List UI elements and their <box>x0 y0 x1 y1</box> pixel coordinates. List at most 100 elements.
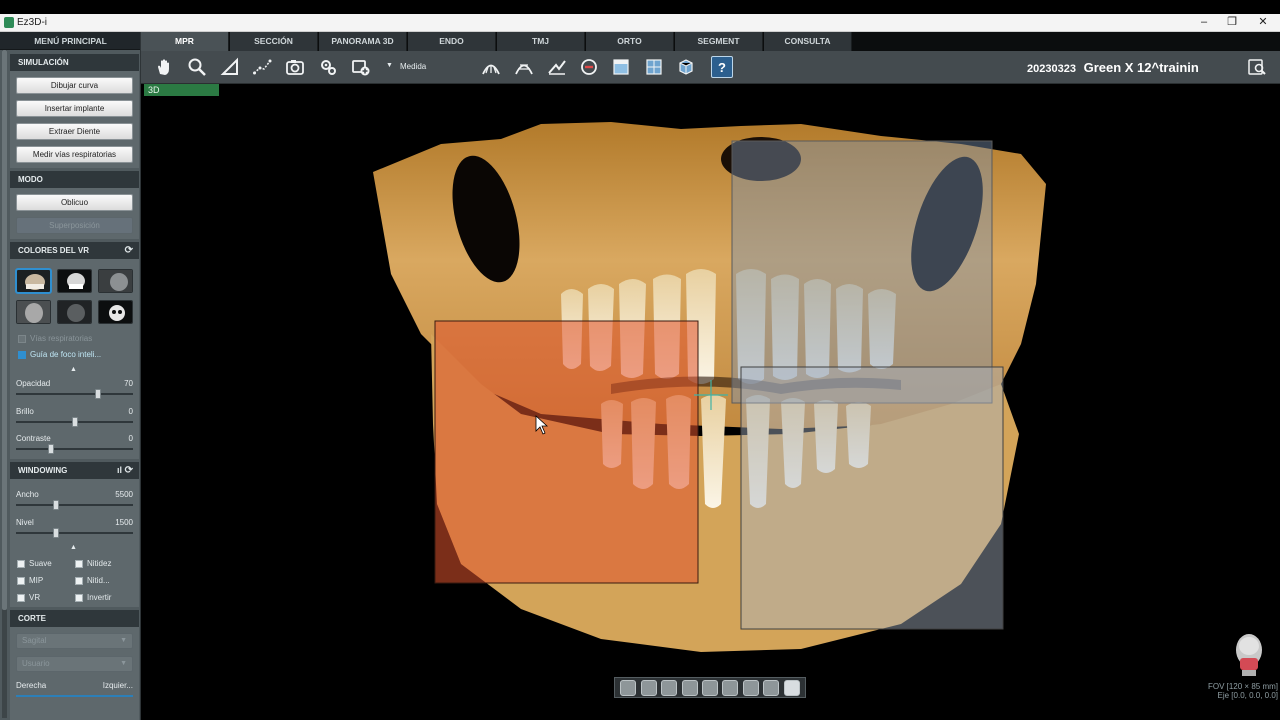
windowing-collapse-caret-icon[interactable]: ▲ <box>70 544 77 551</box>
nitid2-label: Nitid... <box>87 576 110 585</box>
tab-panorama-3d[interactable]: PANORAMA 3D <box>319 32 407 51</box>
medida-label[interactable]: Medida <box>400 62 426 71</box>
level-slider[interactable] <box>16 532 133 534</box>
coronal-plane-overlay[interactable] <box>732 141 992 403</box>
section-windowing-header[interactable]: WINDOWING ıl ⟳ <box>10 462 139 479</box>
refresh-icon[interactable]: ⟳ <box>125 242 133 259</box>
axial-plane-overlay[interactable] <box>435 321 698 583</box>
maximize-button[interactable]: ❐ <box>1219 15 1245 30</box>
patient-search-icon[interactable] <box>1246 56 1268 78</box>
zoom-icon[interactable] <box>186 56 208 78</box>
arch-section-icon[interactable] <box>513 56 535 78</box>
filter-nitid2[interactable]: Nitid... <box>75 576 135 586</box>
minimize-button[interactable]: – <box>1191 15 1217 30</box>
app-icon <box>4 17 14 28</box>
pan-hand-icon[interactable] <box>153 56 175 78</box>
vr-preset-soft-tissue[interactable] <box>16 300 51 324</box>
layout-single-icon[interactable] <box>610 56 632 78</box>
draw-curve-button[interactable]: Dibujar curva <box>16 77 133 94</box>
insert-implant-button[interactable]: Insertar implante <box>16 100 133 117</box>
camera-icon[interactable] <box>284 56 306 78</box>
toolbar: ▼ Medida ? 20230323 Green X 12^trainin <box>141 51 1280 84</box>
distance-line-icon[interactable] <box>251 56 273 78</box>
view-front-left-icon[interactable] <box>640 679 657 696</box>
width-slider-knob[interactable] <box>52 500 59 510</box>
view-top-icon[interactable] <box>722 679 739 696</box>
sagittal-plane-overlay[interactable] <box>741 367 1003 629</box>
plane-select: Sagital ▼ <box>16 633 133 649</box>
orientation-head-icon[interactable] <box>1232 632 1266 678</box>
capture-add-icon[interactable] <box>350 56 372 78</box>
view-back-icon[interactable] <box>763 679 780 696</box>
patient-info: 20230323 Green X 12^trainin <box>1027 60 1199 75</box>
windowing-reset-icon[interactable]: ⟳ <box>125 462 133 479</box>
extract-tooth-button[interactable]: Extraer Diente <box>16 123 133 140</box>
vr-checkbox[interactable] <box>17 594 25 602</box>
tab-segment[interactable]: SEGMENT <box>675 32 763 51</box>
opacity-slider[interactable] <box>16 393 133 395</box>
help-button[interactable]: ? <box>711 56 733 78</box>
tab-tmj[interactable]: TMJ <box>497 32 585 51</box>
tab-seccion[interactable]: SECCIÓN <box>230 32 318 51</box>
opacity-slider-knob[interactable] <box>94 389 101 399</box>
plane-select-value: Sagital <box>22 636 47 645</box>
view-front-right-icon[interactable] <box>681 679 698 696</box>
measure-airway-button[interactable]: Medir vías respiratorias <box>16 146 133 163</box>
section-colores-vr-header[interactable]: COLORES DEL VR ⟳ <box>10 242 139 259</box>
tab-consulta[interactable]: CONSULTA <box>764 32 852 51</box>
vias-checkbox <box>18 335 26 343</box>
mip-checkbox[interactable] <box>17 577 25 585</box>
width-slider[interactable] <box>16 504 133 506</box>
guia-checkbox[interactable] <box>18 351 26 359</box>
sidebar-scroll-thumb[interactable] <box>2 50 7 610</box>
invertir-checkbox[interactable] <box>75 594 83 602</box>
collapse-caret-icon[interactable]: ▲ <box>70 366 77 373</box>
vr-preset-teeth[interactable] <box>57 269 92 293</box>
vias-label: Vías respiratorias <box>30 334 93 343</box>
view-front-icon[interactable] <box>661 679 678 696</box>
layout-grid-icon[interactable] <box>643 56 665 78</box>
3d-viewport[interactable]: 3D FOV [120 × 85 mm] Eje [0.0, 0.0, 0.0] <box>141 84 1280 704</box>
option-guia-foco[interactable]: Guía de foco inteli... <box>18 350 136 360</box>
contrast-slider[interactable] <box>16 448 133 450</box>
corte-slider[interactable] <box>16 695 133 697</box>
level-slider-knob[interactable] <box>52 528 59 538</box>
histogram-icon[interactable]: ıl <box>117 462 122 479</box>
medida-dropdown-icon[interactable]: ▼ <box>386 62 393 69</box>
reset-circle-icon[interactable] <box>578 56 600 78</box>
view-left-icon[interactable] <box>620 679 637 696</box>
view-reset-icon[interactable] <box>783 679 800 696</box>
gear-icon[interactable] <box>317 56 339 78</box>
vr-preset-dark[interactable] <box>57 300 92 324</box>
view-bottom-icon[interactable] <box>742 679 759 696</box>
filter-mip[interactable]: MIP <box>17 576 72 586</box>
angle-icon[interactable] <box>219 56 241 78</box>
section-corte-header[interactable]: CORTE <box>10 610 139 627</box>
tab-orto[interactable]: ORTO <box>586 32 674 51</box>
nerve-canal-icon[interactable] <box>546 56 568 78</box>
filter-nitidez[interactable]: Nitidez <box>75 559 135 569</box>
view-right-icon[interactable] <box>701 679 718 696</box>
main-menu-button[interactable]: MENÚ PRINCIPAL <box>0 32 140 50</box>
nitid2-checkbox[interactable] <box>75 577 83 585</box>
brightness-slider-knob[interactable] <box>71 417 78 427</box>
suave-checkbox[interactable] <box>17 560 25 568</box>
tab-endo[interactable]: ENDO <box>408 32 496 51</box>
filter-suave[interactable]: Suave <box>17 559 72 569</box>
contrast-slider-knob[interactable] <box>48 444 55 454</box>
filter-invertir[interactable]: Invertir <box>75 593 135 603</box>
section-simulacion-header[interactable]: SIMULACIÓN <box>10 54 139 71</box>
vr-preset-skin-gray[interactable] <box>98 269 133 293</box>
vr-preset-bone-color[interactable] <box>15 268 52 294</box>
close-button[interactable]: ✕ <box>1250 15 1276 30</box>
contrast-label: Contraste <box>16 434 51 443</box>
arch-curve-icon[interactable] <box>480 56 502 78</box>
volume-box-icon[interactable] <box>675 56 697 78</box>
section-corte-title: CORTE <box>18 614 46 623</box>
vr-preset-skull[interactable] <box>98 300 133 324</box>
filter-vr[interactable]: VR <box>17 593 72 603</box>
nitidez-checkbox[interactable] <box>75 560 83 568</box>
section-modo-header[interactable]: MODO <box>10 171 139 188</box>
tab-mpr[interactable]: MPR <box>141 32 229 51</box>
oblique-button[interactable]: Oblicuo <box>16 194 133 211</box>
